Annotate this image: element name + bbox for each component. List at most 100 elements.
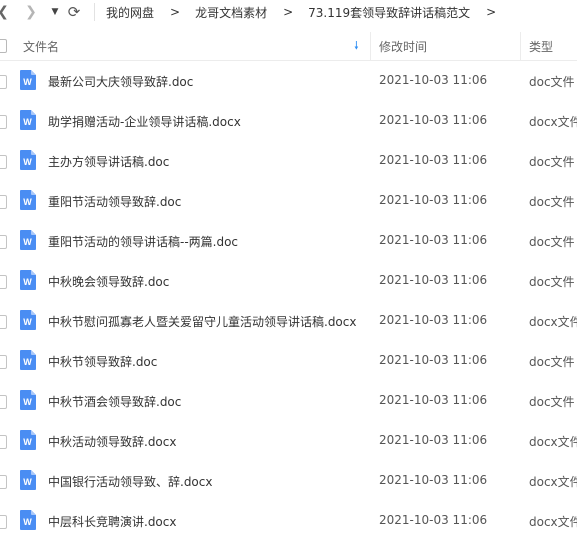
word-doc-icon: W xyxy=(20,430,36,450)
row-checkbox[interactable] xyxy=(0,195,7,209)
file-modified-date: 2021-10-03 11:06 xyxy=(379,193,488,207)
file-type: docx文件 xyxy=(529,515,577,529)
refresh-icon[interactable]: ⟳ xyxy=(66,2,82,22)
word-doc-icon: W xyxy=(20,110,36,130)
row-checkbox[interactable] xyxy=(0,475,7,489)
sort-arrow-icon[interactable]: 🠗 xyxy=(354,37,359,56)
svg-text:W: W xyxy=(23,197,32,207)
file-row[interactable]: W 最新公司大庆领导致辞.doc 2021-10-03 11:06 doc文件 xyxy=(0,61,577,101)
svg-text:W: W xyxy=(23,157,32,167)
row-checkbox[interactable] xyxy=(0,275,7,289)
row-checkbox[interactable] xyxy=(0,235,7,249)
file-modified-date: 2021-10-03 11:06 xyxy=(379,313,488,327)
file-name[interactable]: 中层科长竞聘演讲.docx xyxy=(48,513,176,530)
chevron-right-icon[interactable]: ❯ xyxy=(24,2,38,22)
column-divider[interactable] xyxy=(370,32,371,60)
nav-divider xyxy=(94,3,95,21)
row-checkbox[interactable] xyxy=(0,115,7,129)
file-row[interactable]: W 重阳节活动的领导讲话稿--两篇.doc 2021-10-03 11:06 doc文… xyxy=(0,221,577,261)
row-checkbox[interactable] xyxy=(0,75,7,89)
file-list-header: 文件名 🠗 修改时间 类型 xyxy=(0,32,577,61)
word-doc-icon: W xyxy=(20,390,36,410)
file-type: doc文件 xyxy=(529,75,575,89)
file-name[interactable]: 重阳节活动的领导讲话稿--两篇.doc xyxy=(48,233,238,250)
file-name[interactable]: 中秋节领导致辞.doc xyxy=(48,353,157,370)
breadcrumb-separator: > xyxy=(283,5,294,19)
column-header-modified[interactable]: 修改时间 xyxy=(379,38,427,55)
file-row[interactable]: W 中秋晚会领导致辞.doc 2021-10-03 11:06 doc文件 xyxy=(0,261,577,301)
svg-text:W: W xyxy=(23,77,32,87)
breadcrumb-separator[interactable]: > xyxy=(486,5,496,19)
svg-text:W: W xyxy=(23,237,32,247)
svg-text:W: W xyxy=(23,477,32,487)
file-name[interactable]: 重阳节活动领导致辞.doc xyxy=(48,193,181,210)
svg-text:W: W xyxy=(23,357,32,367)
file-row[interactable]: W 中秋节领导致辞.doc 2021-10-03 11:06 doc文件 xyxy=(0,341,577,381)
file-name[interactable]: 中秋节酒会领导致辞.doc xyxy=(48,393,181,410)
file-modified-date: 2021-10-03 11:06 xyxy=(379,153,488,167)
file-modified-date: 2021-10-03 11:06 xyxy=(379,73,488,87)
svg-text:W: W xyxy=(23,517,32,527)
word-doc-icon: W xyxy=(20,310,36,330)
word-doc-icon: W xyxy=(20,350,36,370)
file-modified-date: 2021-10-03 11:06 xyxy=(379,353,488,367)
word-doc-icon: W xyxy=(20,150,36,170)
column-divider[interactable] xyxy=(520,32,521,60)
row-checkbox[interactable] xyxy=(0,355,7,369)
file-type: doc文件 xyxy=(529,235,575,249)
row-checkbox[interactable] xyxy=(0,395,7,409)
caret-down-icon[interactable]: ▼ xyxy=(50,2,60,22)
file-name[interactable]: 中秋节慰问孤寡老人暨关爱留守儿童活动领导讲话稿.docx xyxy=(48,313,356,330)
file-modified-date: 2021-10-03 11:06 xyxy=(379,113,488,127)
word-doc-icon: W xyxy=(20,270,36,290)
breadcrumb-item-current[interactable]: 73.119套领导致辞讲话稿范文 xyxy=(308,4,470,21)
column-header-name[interactable]: 文件名 xyxy=(23,38,59,55)
chevron-left-icon[interactable]: ❮ xyxy=(0,2,10,22)
row-checkbox[interactable] xyxy=(0,315,7,329)
word-doc-icon: W xyxy=(20,190,36,210)
file-type: doc文件 xyxy=(529,195,575,209)
svg-text:W: W xyxy=(23,117,32,127)
word-doc-icon: W xyxy=(20,230,36,250)
file-modified-date: 2021-10-03 11:06 xyxy=(379,473,488,487)
file-name[interactable]: 中秋晚会领导致辞.doc xyxy=(48,273,169,290)
column-header-type[interactable]: 类型 xyxy=(529,38,553,55)
navigation-bar: ❮ ❯ ▼ ⟳ 我的网盘 > 龙哥文档素材 > 73.119套领导致辞讲话稿范文… xyxy=(0,0,577,25)
breadcrumb: 我的网盘 > 龙哥文档素材 > 73.119套领导致辞讲话稿范文 > xyxy=(106,0,511,24)
file-row[interactable]: W 中国银行活动领导致、辞.docx 2021-10-03 11:06 docx文件 xyxy=(0,461,577,501)
file-row[interactable]: W 中秋节酒会领导致辞.doc 2021-10-03 11:06 doc文件 xyxy=(0,381,577,421)
file-type: docx文件 xyxy=(529,475,577,489)
breadcrumb-item-root[interactable]: 我的网盘 xyxy=(106,4,154,21)
file-name[interactable]: 最新公司大庆领导致辞.doc xyxy=(48,73,193,90)
file-name[interactable]: 主办方领导讲话稿.doc xyxy=(48,153,169,170)
file-type: doc文件 xyxy=(529,275,575,289)
word-doc-icon: W xyxy=(20,470,36,490)
svg-text:W: W xyxy=(23,277,32,287)
row-checkbox[interactable] xyxy=(0,515,7,529)
svg-text:W: W xyxy=(23,437,32,447)
file-type: doc文件 xyxy=(529,355,575,369)
svg-text:W: W xyxy=(23,317,32,327)
file-row[interactable]: W 中层科长竞聘演讲.docx 2021-10-03 11:06 docx文件 xyxy=(0,501,577,541)
file-modified-date: 2021-10-03 11:06 xyxy=(379,233,488,247)
file-row[interactable]: W 主办方领导讲话稿.doc 2021-10-03 11:06 doc文件 xyxy=(0,141,577,181)
file-row[interactable]: W 重阳节活动领导致辞.doc 2021-10-03 11:06 doc文件 xyxy=(0,181,577,221)
file-name[interactable]: 中国银行活动领导致、辞.docx xyxy=(48,473,212,490)
row-checkbox[interactable] xyxy=(0,435,7,449)
word-doc-icon: W xyxy=(20,70,36,90)
breadcrumb-item-folder[interactable]: 龙哥文档素材 xyxy=(195,4,267,21)
file-modified-date: 2021-10-03 11:06 xyxy=(379,393,488,407)
file-type: docx文件 xyxy=(529,315,577,329)
file-type: docx文件 xyxy=(529,435,577,449)
file-modified-date: 2021-10-03 11:06 xyxy=(379,513,488,527)
select-all-checkbox[interactable] xyxy=(0,39,7,53)
file-row[interactable]: W 助学捐赠活动-企业领导讲话稿.docx 2021-10-03 11:06 docx… xyxy=(0,101,577,141)
file-row[interactable]: W 中秋活动领导致辞.docx 2021-10-03 11:06 docx文件 xyxy=(0,421,577,461)
row-checkbox[interactable] xyxy=(0,155,7,169)
file-type: doc文件 xyxy=(529,155,575,169)
file-name[interactable]: 助学捐赠活动-企业领导讲话稿.docx xyxy=(48,113,241,130)
file-row[interactable]: W 中秋节慰问孤寡老人暨关爱留守儿童活动领导讲话稿.docx 2021-10-03 … xyxy=(0,301,577,341)
breadcrumb-separator: > xyxy=(170,5,181,19)
file-name[interactable]: 中秋活动领导致辞.docx xyxy=(48,433,176,450)
svg-text:W: W xyxy=(23,397,32,407)
